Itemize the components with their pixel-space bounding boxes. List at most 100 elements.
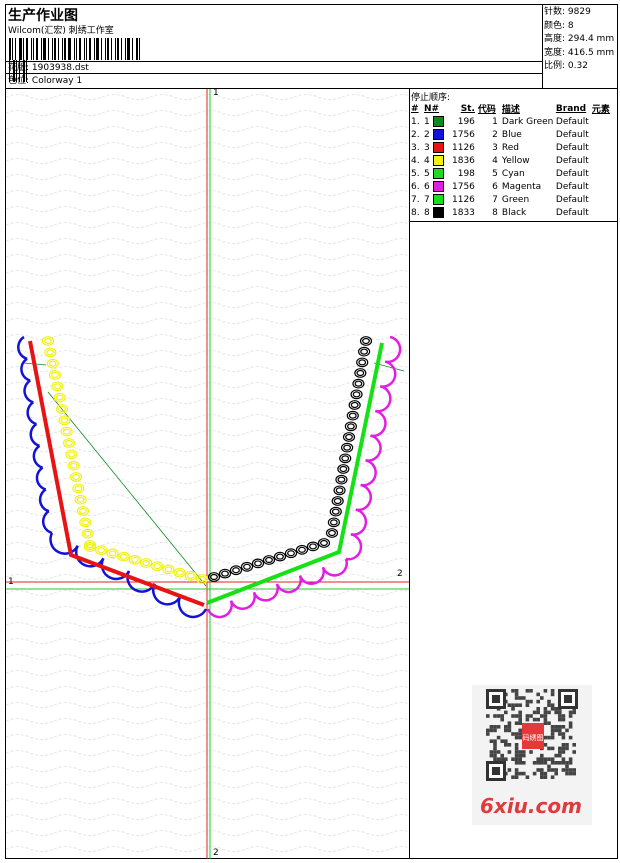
production-sheet: 生产作业图 Wilcom(汇宏) 刺绣工作室 花版: 1903938.dst 色… — [5, 4, 618, 859]
row-element — [592, 115, 610, 128]
row-stitches: 1126 — [452, 194, 475, 205]
barcode — [9, 38, 144, 82]
row-index: 2. — [411, 129, 420, 140]
stat-height: 高度: 294.4 mm — [544, 34, 615, 44]
row-description: Blue — [501, 129, 522, 140]
row-stitches: 196 — [457, 116, 475, 127]
qr-code: 码绣图 — [486, 689, 578, 781]
row-code: 2 — [492, 129, 498, 140]
row-code: 5 — [492, 168, 498, 179]
stats-box: 针数: 9829 颜色: 8 高度: 294.4 mm 宽度: 416.5 mm… — [543, 5, 618, 89]
embroidery-preview — [6, 89, 410, 859]
table-row: 2. 2 1756 2 Blue Default — [411, 128, 610, 141]
col-description: 描述 — [501, 105, 520, 115]
row-index: 4. — [411, 155, 420, 166]
row-needle: 1 — [424, 115, 452, 128]
row-code: 8 — [492, 207, 498, 218]
color-swatch — [432, 207, 444, 218]
row-brand: Default — [555, 116, 589, 127]
color-swatch — [432, 129, 444, 140]
color-swatch — [432, 194, 444, 205]
row-description: Black — [501, 207, 527, 218]
row-brand: Default — [555, 155, 589, 166]
row-code: 6 — [492, 181, 498, 192]
axis-label-left: 1 — [8, 577, 14, 587]
row-needle: 5 — [424, 167, 452, 180]
qr-badge-text: 码绣图 — [523, 733, 544, 742]
row-stitches: 1126 — [452, 142, 475, 153]
row-code: 3 — [492, 142, 498, 153]
table-header: # N# St. 代码 描述 Brand 元素 — [411, 102, 610, 116]
watermark-brand: 6xiu.com — [480, 794, 582, 818]
design-label: 花版: — [8, 63, 30, 73]
row-element — [592, 180, 610, 193]
row-brand: Default — [555, 207, 589, 218]
col-needle: N# — [424, 103, 440, 114]
row-description: Magenta — [501, 181, 542, 192]
company-name: Wilcom(汇宏) 刺绣工作室 — [8, 26, 114, 36]
color-swatch — [432, 155, 444, 166]
axis-label-top: 1 — [213, 88, 219, 98]
row-brand: Default — [555, 129, 589, 140]
row-index: 5. — [411, 168, 420, 179]
row-description: Yellow — [501, 155, 530, 166]
color-swatch — [432, 142, 444, 153]
header-info: 生产作业图 Wilcom(汇宏) 刺绣工作室 花版: 1903938.dst 色… — [6, 5, 543, 89]
row-index: 7. — [411, 194, 420, 205]
row-element — [592, 128, 610, 141]
row-index: 3. — [411, 142, 420, 153]
table-row: 6. 6 1756 6 Magenta Default — [411, 180, 610, 193]
row-code: 4 — [492, 155, 498, 166]
row-description: Green — [501, 194, 530, 205]
col-brand: Brand — [555, 103, 587, 114]
table-row: 8. 8 1833 8 Black Default — [411, 206, 610, 219]
row-element — [592, 154, 610, 167]
row-code: 7 — [492, 194, 498, 205]
row-index: 6. — [411, 181, 420, 192]
axis-label-bottom: 2 — [213, 848, 219, 858]
row-description: Cyan — [501, 168, 525, 179]
table-row: 1. 1 196 1 Dark Green Default — [411, 115, 610, 128]
table-row: 5. 5 198 5 Cyan Default — [411, 167, 610, 180]
row-needle: 3 — [424, 141, 452, 154]
row-description: Dark Green — [501, 116, 554, 127]
row-element — [592, 206, 610, 219]
row-stitches: 1756 — [452, 129, 475, 140]
design-drawing — [6, 89, 409, 859]
col-element: 元素 — [591, 105, 610, 115]
stop-sequence-panel: 停止顺序: # N# St. 代码 描述 Brand 元素 1. 1 196 1 Da… — [410, 89, 618, 222]
stat-colors: 颜色: 8 — [544, 20, 574, 31]
table-row: 7. 7 1126 7 Green Default — [411, 193, 610, 206]
row-description: Red — [501, 142, 520, 153]
row-needle: 6 — [424, 180, 452, 193]
row-brand: Default — [555, 142, 589, 153]
color-swatch — [432, 168, 444, 179]
stat-scale: 比例: 0.32 — [544, 61, 588, 71]
row-brand: Default — [555, 168, 589, 179]
row-needle: 2 — [424, 128, 452, 141]
row-stitches: 1756 — [452, 181, 475, 192]
col-code: 代码 — [477, 105, 496, 115]
row-index: 8. — [411, 207, 420, 218]
row-brand: Default — [555, 194, 589, 205]
stat-width: 宽度: 416.5 mm — [544, 47, 615, 58]
page-title: 生产作业图 — [8, 8, 78, 24]
row-stitches: 1833 — [452, 207, 475, 218]
design-file-row: 花版: 1903938.dst — [6, 61, 543, 74]
row-code: 1 — [492, 116, 498, 127]
colorway-name: Colorway 1 — [31, 76, 83, 86]
row-needle: 8 — [424, 206, 452, 219]
table-row: 4. 4 1836 4 Yellow Default — [411, 154, 610, 167]
colorway-label: 色位: — [8, 76, 30, 86]
row-needle: 7 — [424, 193, 452, 206]
row-element — [592, 193, 610, 206]
row-element — [592, 141, 610, 154]
color-swatch — [432, 181, 444, 192]
stop-sequence-table: # N# St. 代码 描述 Brand 元素 1. 1 196 1 Dark Gre… — [411, 102, 610, 219]
row-index: 1. — [411, 116, 420, 127]
design-file-name: 1903938.dst — [31, 63, 89, 73]
col-index: # — [411, 103, 419, 114]
colorway-row: 色位: Colorway 1 — [8, 75, 82, 88]
row-stitches: 1836 — [452, 155, 475, 166]
col-stitches: St. — [460, 103, 475, 114]
